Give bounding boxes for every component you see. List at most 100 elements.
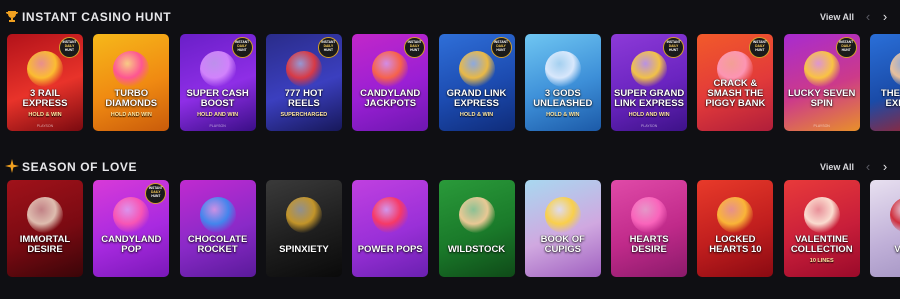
game-title: Super Cash Boost bbox=[186, 88, 249, 109]
game-provider: Playson bbox=[640, 124, 658, 128]
game-tile[interactable]: Instant Daily Hunt Lucky Seven Spin Playson bbox=[783, 34, 860, 131]
game-tile[interactable]: Immortal Desire bbox=[7, 180, 83, 277]
game-title: Candyland Jackpots bbox=[360, 88, 421, 109]
section-title: Instant Casino Hunt bbox=[22, 10, 172, 24]
game-tile[interactable]: Turbo Diamonds Hold and Win bbox=[93, 34, 170, 131]
game-tile[interactable]: Instant Daily Hunt Super Grand Link Express… bbox=[611, 34, 688, 131]
game-subtitle: Hold and Win bbox=[628, 112, 670, 118]
game-artwork bbox=[372, 197, 409, 234]
game-artwork bbox=[113, 197, 150, 234]
game-tile[interactable]: Instant Daily Hunt 3 Rail Express Hold & Win… bbox=[7, 34, 83, 131]
game-title: 3 Rail Express bbox=[22, 88, 68, 109]
daily-hunt-badge: Instant Daily Hunt bbox=[490, 37, 512, 58]
view-all-link[interactable]: View All bbox=[820, 12, 854, 22]
game-title: 777 Hot Reels bbox=[284, 88, 324, 109]
game-title: Turbo Diamonds bbox=[105, 88, 158, 109]
game-row: Instant Daily Hunt 3 Rail Express Hold & Win… bbox=[0, 34, 900, 131]
game-title: Power Pops bbox=[357, 244, 423, 255]
badge-text: Hunt bbox=[323, 48, 333, 52]
game-artwork bbox=[631, 51, 668, 88]
game-tile[interactable]: Instant Daily Hunt 777 Hot Reels Supercharge… bbox=[265, 34, 342, 131]
game-artwork bbox=[199, 197, 236, 234]
badge-text: Hunt bbox=[669, 48, 679, 52]
section-header: Instant Casino Hunt View All ‹ › bbox=[0, 0, 900, 34]
game-title: Hearts Desire bbox=[629, 234, 669, 255]
game-tile[interactable]: Instant Daily Hunt Candyland Pop bbox=[93, 180, 170, 277]
section-title: Season of Love bbox=[22, 160, 138, 174]
chevron-right-icon[interactable]: › bbox=[878, 159, 892, 175]
section-season-of-love: Season of Love View All ‹ › Immortal Des… bbox=[0, 150, 900, 277]
game-artwork bbox=[803, 51, 840, 88]
game-artwork bbox=[285, 51, 322, 88]
badge-text: Hunt bbox=[151, 194, 161, 198]
game-artwork bbox=[544, 197, 581, 234]
game-title: Super Grand Link Express bbox=[613, 88, 685, 109]
game-tile[interactable]: Val C bbox=[870, 180, 900, 277]
game-subtitle: Hold and Win bbox=[197, 112, 239, 118]
game-subtitle: Hold & Win bbox=[546, 112, 580, 118]
game-artwork bbox=[717, 197, 754, 234]
daily-hunt-badge: Instant Daily Hunt bbox=[663, 37, 685, 58]
game-title: Grand Link Express bbox=[446, 88, 507, 109]
game-artwork bbox=[27, 51, 63, 88]
game-title: 3 Gods Unleashed bbox=[533, 88, 593, 109]
game-provider: Playson bbox=[36, 124, 54, 128]
game-title: Lucky Seven Spin bbox=[787, 88, 856, 109]
game-artwork bbox=[199, 51, 236, 88]
game-tile[interactable]: 3 Gods Unleashed Hold & Win bbox=[524, 34, 601, 131]
game-title: Crack & Smash the Piggy Bank bbox=[705, 78, 766, 109]
game-tile[interactable]: Chocolate Rocket bbox=[179, 180, 256, 277]
chevron-left-icon[interactable]: ‹ bbox=[861, 9, 875, 25]
game-title: Immortal Desire bbox=[19, 234, 71, 255]
game-subtitle: Supercharged bbox=[280, 112, 328, 118]
view-all-link[interactable]: View All bbox=[820, 162, 854, 172]
game-artwork bbox=[458, 51, 495, 88]
game-tile[interactable]: Instant Daily Hunt Super Cash Boost Hold and… bbox=[179, 34, 256, 131]
game-artwork bbox=[631, 197, 668, 234]
sparkle-icon bbox=[5, 159, 19, 173]
game-title: Val C bbox=[894, 244, 900, 255]
section-instant-casino-hunt: Instant Casino Hunt View All ‹ › Instant… bbox=[0, 0, 900, 131]
game-row: Immortal Desire Instant Daily Hunt Candyland… bbox=[0, 180, 900, 277]
game-artwork bbox=[113, 51, 150, 88]
game-tile[interactable]: Locked Hearts 10 bbox=[697, 180, 774, 277]
game-title: Book of Cupigs bbox=[540, 234, 585, 255]
game-tile[interactable]: Book of Cupigs bbox=[524, 180, 601, 277]
badge-text: Hunt bbox=[410, 48, 420, 52]
game-title: Locked Hearts 10 bbox=[709, 234, 762, 255]
game-title: Wildstock bbox=[447, 244, 506, 255]
daily-hunt-badge: Instant Daily Hunt bbox=[231, 37, 253, 58]
game-tile[interactable]: Wildstock bbox=[438, 180, 515, 277]
game-artwork bbox=[544, 51, 581, 88]
chevron-right-icon[interactable]: › bbox=[878, 9, 892, 25]
game-artwork bbox=[803, 197, 840, 234]
game-title: Chocolate Rocket bbox=[187, 234, 248, 255]
game-artwork bbox=[890, 51, 900, 88]
game-artwork bbox=[890, 197, 900, 234]
game-artwork bbox=[372, 51, 409, 88]
game-tile[interactable]: Hearts Desire bbox=[611, 180, 688, 277]
game-subtitle: Hold and Win bbox=[110, 112, 152, 118]
daily-hunt-badge: Instant Daily Hunt bbox=[404, 37, 426, 58]
badge-text: Hunt bbox=[237, 48, 247, 52]
game-tile[interactable]: Valentine Collection 10 Lines bbox=[783, 180, 860, 277]
game-tile[interactable]: Power Pops bbox=[352, 180, 429, 277]
game-title: The Great Express bbox=[880, 88, 900, 109]
game-tile[interactable]: Instant Daily Hunt Crack & Smash the Piggy … bbox=[697, 34, 774, 131]
badge-text: Hunt bbox=[841, 48, 851, 52]
badge-text: Hunt bbox=[755, 48, 765, 52]
daily-hunt-badge: Instant Daily Hunt bbox=[59, 37, 80, 58]
game-tile[interactable]: Spinxiety bbox=[265, 180, 342, 277]
game-subtitle: Hold & Win bbox=[459, 112, 494, 118]
daily-hunt-badge: Instant Daily Hunt bbox=[835, 37, 857, 58]
section-header: Season of Love View All ‹ › bbox=[0, 150, 900, 184]
game-subtitle: Hold & Win bbox=[28, 112, 62, 118]
daily-hunt-badge: Instant Daily Hunt bbox=[145, 183, 167, 204]
daily-hunt-badge: Instant Daily Hunt bbox=[749, 37, 771, 58]
game-artwork bbox=[285, 197, 322, 234]
game-tile[interactable]: Instant Daily Hunt Candyland Jackpots bbox=[352, 34, 429, 131]
game-tile[interactable]: Instant Daily Hunt Grand Link Express Hold &… bbox=[438, 34, 515, 131]
game-tile[interactable]: The Great Express bbox=[870, 34, 900, 131]
game-title: Spinxiety bbox=[279, 244, 329, 255]
chevron-left-icon[interactable]: ‹ bbox=[861, 159, 875, 175]
